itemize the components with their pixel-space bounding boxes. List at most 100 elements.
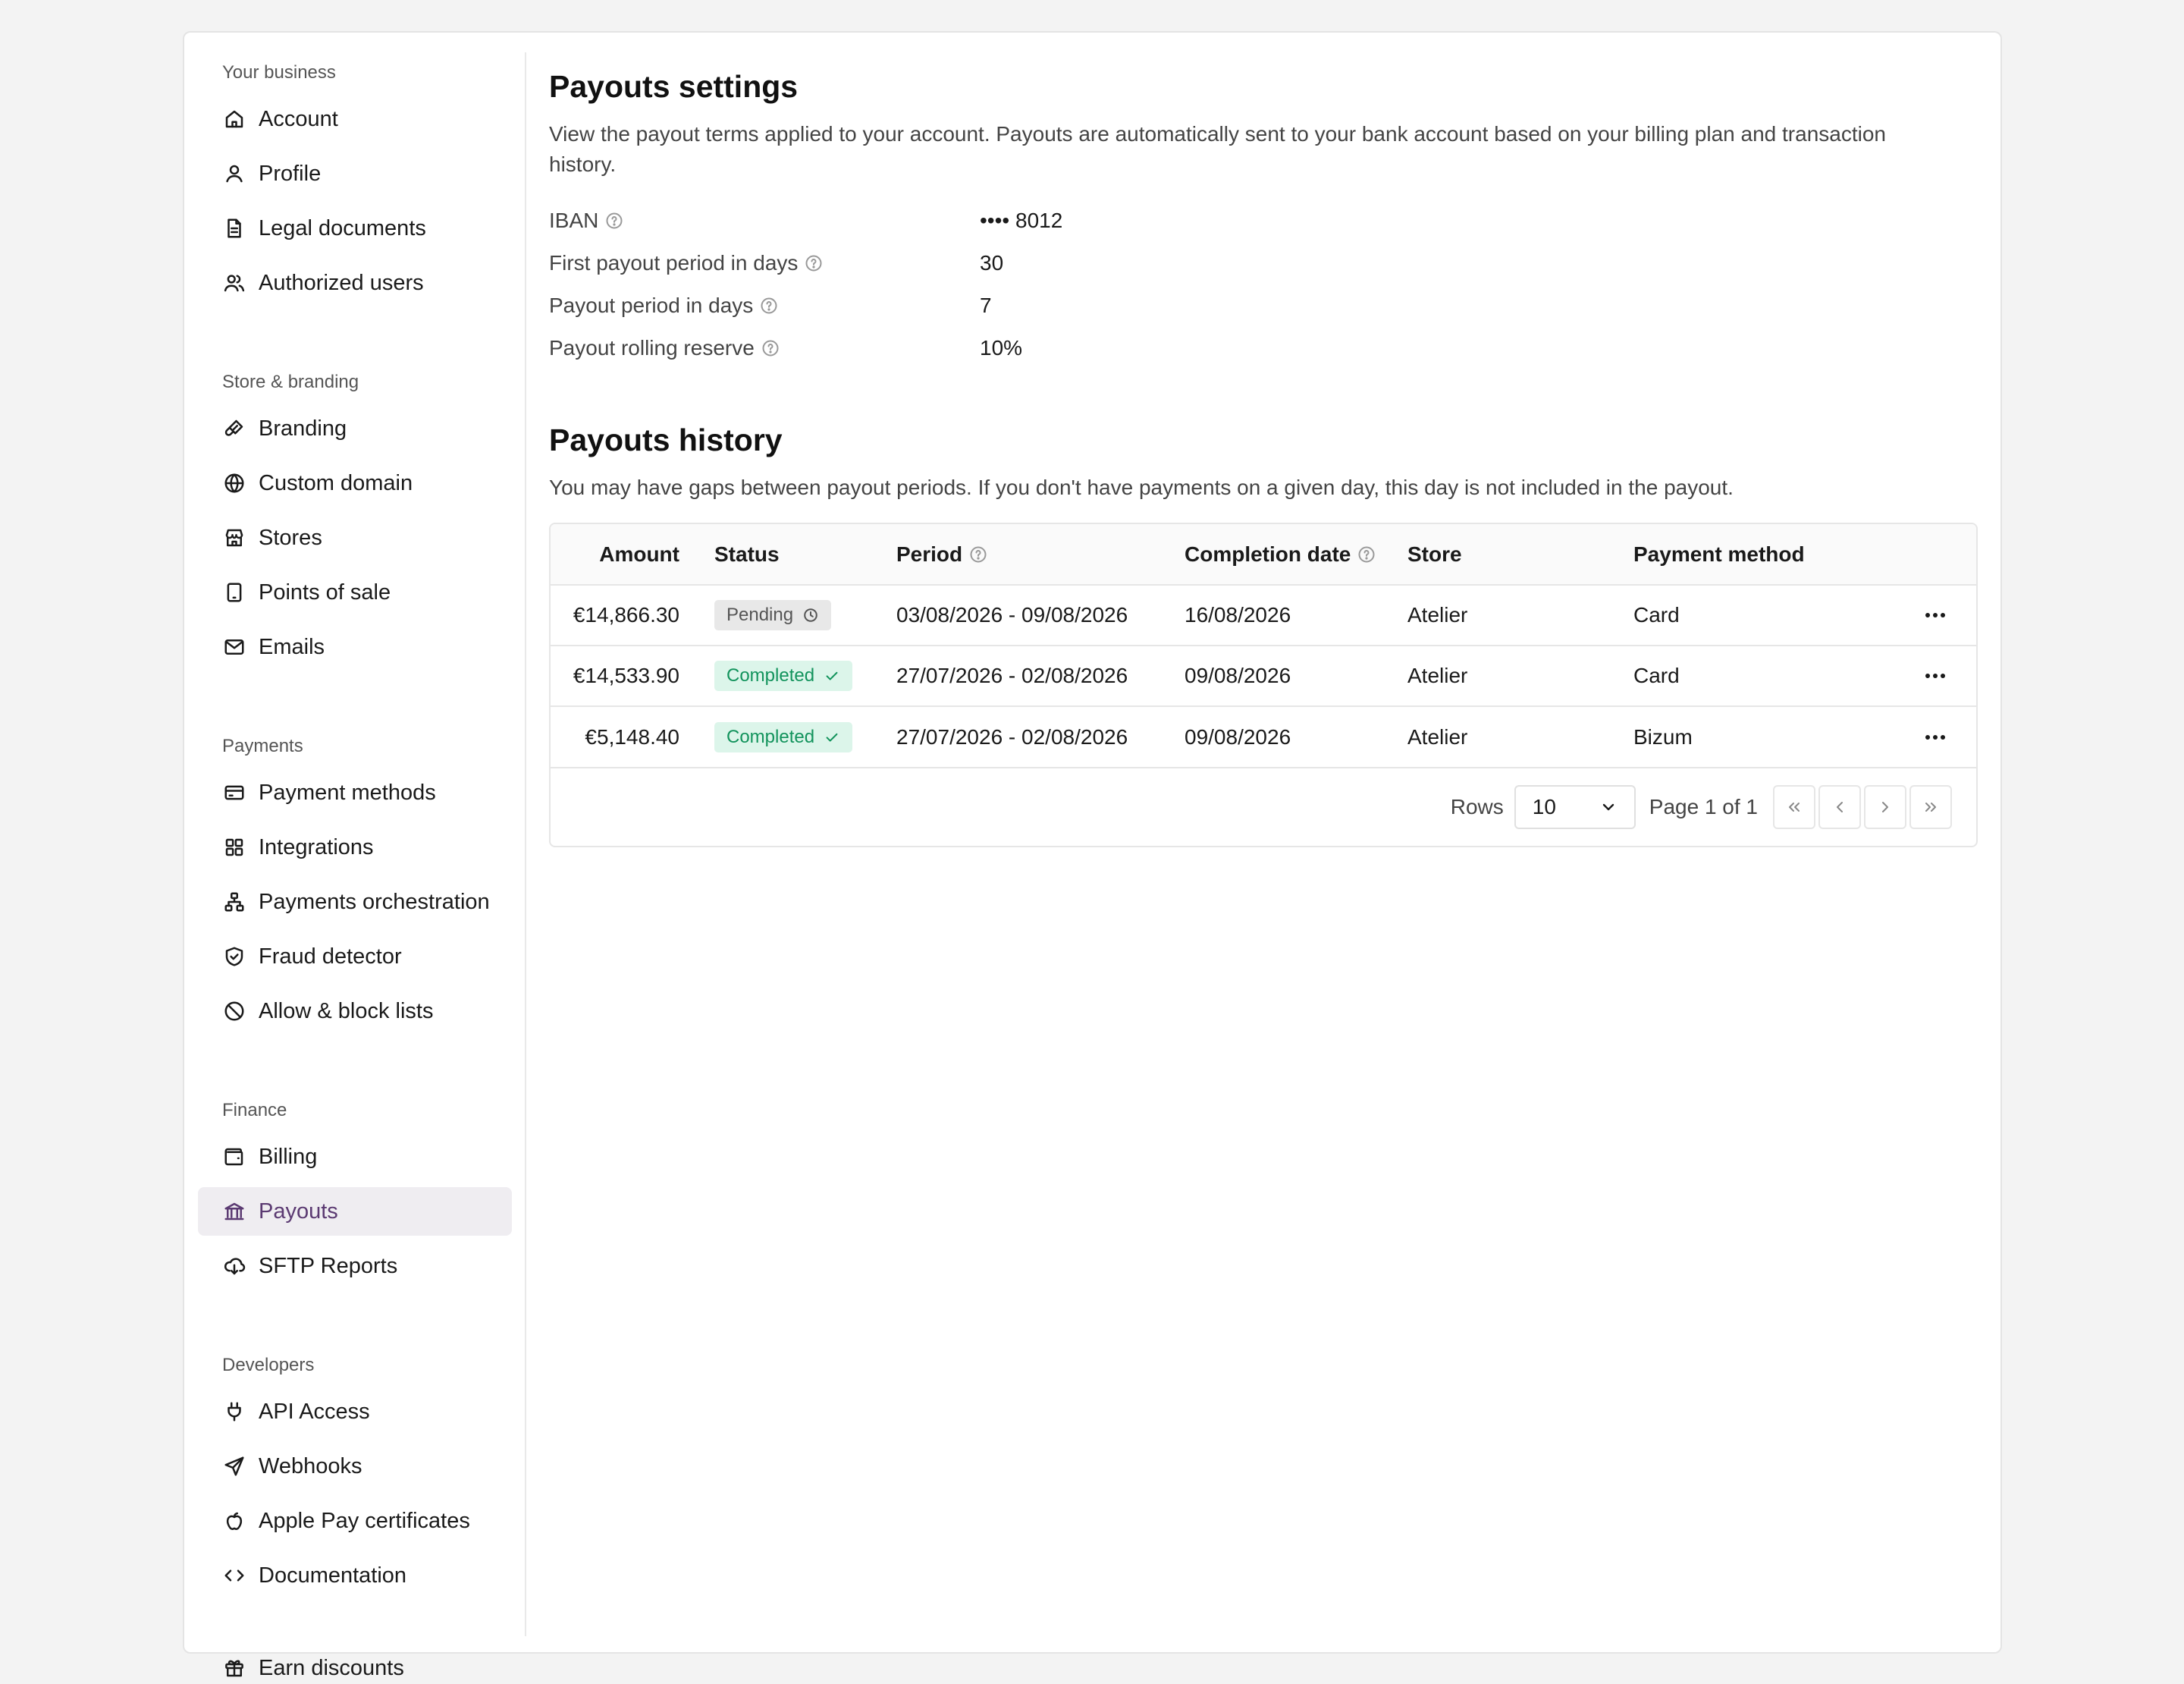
table-header-row: Amount Status Period Completion date Sto… (551, 524, 1976, 585)
sidebar-item-authorized-users[interactable]: Authorized users (198, 259, 512, 307)
pagination: Rows 10 Page 1 of 1 (551, 767, 1976, 846)
previous-page-button[interactable] (1818, 785, 1861, 829)
sidebar-item-label: Branding (259, 416, 347, 441)
sidebar-item-fraud-detector[interactable]: Fraud detector (198, 932, 512, 981)
page-title: Payouts settings (549, 69, 799, 104)
cell-period: 27/07/2026 - 02/08/2026 (896, 664, 1128, 687)
settings-card: Your business Account Profile Legal documen… (183, 31, 2002, 1680)
term-row-iban: IBAN •••• 8012 (549, 200, 2000, 242)
user-icon (226, 165, 243, 183)
term-value: 10% (980, 336, 1023, 360)
send-icon (222, 1454, 246, 1478)
sidebar-item-webhooks[interactable]: Webhooks (198, 1442, 512, 1491)
users-icon (222, 271, 246, 295)
sidebar-item-points-of-sale[interactable]: Points of sale (198, 568, 512, 617)
help-icon[interactable] (761, 338, 780, 358)
sidebar-item-custom-domain[interactable]: Custom domain (198, 459, 512, 507)
last-page-button[interactable] (1909, 785, 1952, 829)
table-row: €14,533.90 Completed 27/07/2026 - 02/08/20… (551, 646, 1976, 706)
status-badge: Pending (714, 600, 832, 630)
column-header-completion-date: Completion date (1185, 524, 1407, 585)
globe-icon (222, 471, 246, 495)
column-header-store: Store (1407, 542, 1462, 566)
rows-per-page-select[interactable]: 10 (1514, 785, 1636, 829)
help-icon[interactable] (968, 545, 988, 564)
sidebar-item-account[interactable]: Account (198, 95, 512, 143)
table-row: €14,866.30 Pending 03/08/2026 - 09/08/2026… (551, 585, 1976, 646)
sidebar-item-payouts[interactable]: Payouts (198, 1187, 512, 1236)
sidebar-item-label: Stores (259, 525, 322, 550)
sidebar-item-api-access[interactable]: API Access (198, 1387, 512, 1436)
sidebar-item-sftp-reports[interactable]: SFTP Reports (198, 1242, 512, 1290)
shield-check-icon (222, 944, 246, 969)
users-icon (224, 275, 245, 292)
sidebar-item-billing[interactable]: Billing (198, 1133, 512, 1181)
chevrons-right-icon (1925, 803, 1936, 812)
document-icon (222, 216, 246, 240)
payouts-table: Amount Status Period Completion date Sto… (549, 523, 1978, 847)
sidebar-item-stores[interactable]: Stores (198, 514, 512, 562)
term-label: Payout period in days (549, 294, 754, 317)
cell-completion-date: 09/08/2026 (1185, 664, 1291, 687)
cell-period: 03/08/2026 - 09/08/2026 (896, 603, 1128, 627)
tablet-icon (222, 580, 246, 605)
first-page-button[interactable] (1773, 785, 1815, 829)
gift-icon (225, 1660, 243, 1677)
sidebar-item-label: Integrations (259, 834, 374, 859)
chevron-left-icon (1837, 802, 1843, 812)
sidebar-item-branding[interactable]: Branding (198, 404, 512, 453)
row-actions-button[interactable] (1920, 600, 1950, 630)
help-icon[interactable] (1357, 545, 1376, 564)
cell-status: Pending (714, 585, 896, 646)
sidebar-item-emails[interactable]: Emails (198, 623, 512, 671)
rows-label: Rows (1450, 795, 1504, 818)
sidebar-item-label: Emails (259, 634, 325, 659)
sidebar-item-payments-orchestration[interactable]: Payments orchestration (198, 878, 512, 926)
sidebar-item-legal-documents[interactable]: Legal documents (198, 204, 512, 253)
globe-icon (224, 473, 244, 493)
tablet-icon (227, 583, 242, 602)
sidebar-divider (525, 52, 526, 1636)
sidebar-item-documentation[interactable]: Documentation (198, 1551, 512, 1600)
help-icon[interactable] (804, 253, 824, 273)
term-label: Payout rolling reserve (549, 336, 755, 360)
network-icon (224, 892, 244, 912)
sidebar-item-label: Payouts (259, 1199, 338, 1224)
next-page-button[interactable] (1864, 785, 1906, 829)
term-value: 7 (980, 294, 992, 317)
more-horizontal-icon (1925, 674, 1945, 678)
sidebar-item-apple-pay-certificates[interactable]: Apple Pay certificates (198, 1497, 512, 1545)
help-icon[interactable] (604, 211, 624, 231)
sidebar: Your business Account Profile Legal documen… (184, 33, 526, 1680)
column-header-actions (1884, 524, 1976, 585)
term-value: •••• 8012 (980, 209, 1063, 232)
main-content: Payouts settings View the payout terms a… (549, 33, 2000, 1652)
clock-icon (804, 608, 817, 622)
cell-amount: €14,866.30 (573, 603, 679, 627)
row-actions-button[interactable] (1920, 722, 1950, 752)
sidebar-item-label: API Access (259, 1399, 370, 1424)
cell-amount: €5,148.40 (585, 724, 679, 749)
term-label: IBAN (549, 209, 599, 232)
sidebar-item-label: Authorized users (259, 270, 424, 295)
ban-icon (224, 1001, 244, 1021)
sidebar-item-label: Billing (259, 1144, 318, 1169)
sidebar-item-payment-methods[interactable]: Payment methods (198, 768, 512, 817)
sidebar-item-label: Points of sale (259, 580, 391, 605)
sidebar-item-label: Profile (259, 161, 322, 186)
sidebar-item-label: Apple Pay certificates (259, 1508, 470, 1533)
sidebar-item-label: SFTP Reports (259, 1253, 398, 1278)
plug-icon (222, 1400, 246, 1424)
sidebar-item-profile[interactable]: Profile (198, 149, 512, 198)
sidebar-item-integrations[interactable]: Integrations (198, 823, 512, 872)
sidebar-item-label: Legal documents (259, 215, 426, 240)
row-actions-button[interactable] (1920, 661, 1950, 691)
help-icon[interactable] (759, 296, 779, 316)
sidebar-item-allow-and-block-lists[interactable]: Allow & block lists (198, 987, 512, 1035)
plug-icon (228, 1402, 241, 1422)
sidebar-item-label: Allow & block lists (259, 998, 434, 1023)
more-horizontal-icon (1925, 613, 1945, 617)
sidebar-item-earn-discounts[interactable]: Earn discounts (198, 1644, 512, 1684)
cell-completion-date: 16/08/2026 (1185, 603, 1291, 627)
cell-amount: €14,533.90 (573, 664, 679, 687)
